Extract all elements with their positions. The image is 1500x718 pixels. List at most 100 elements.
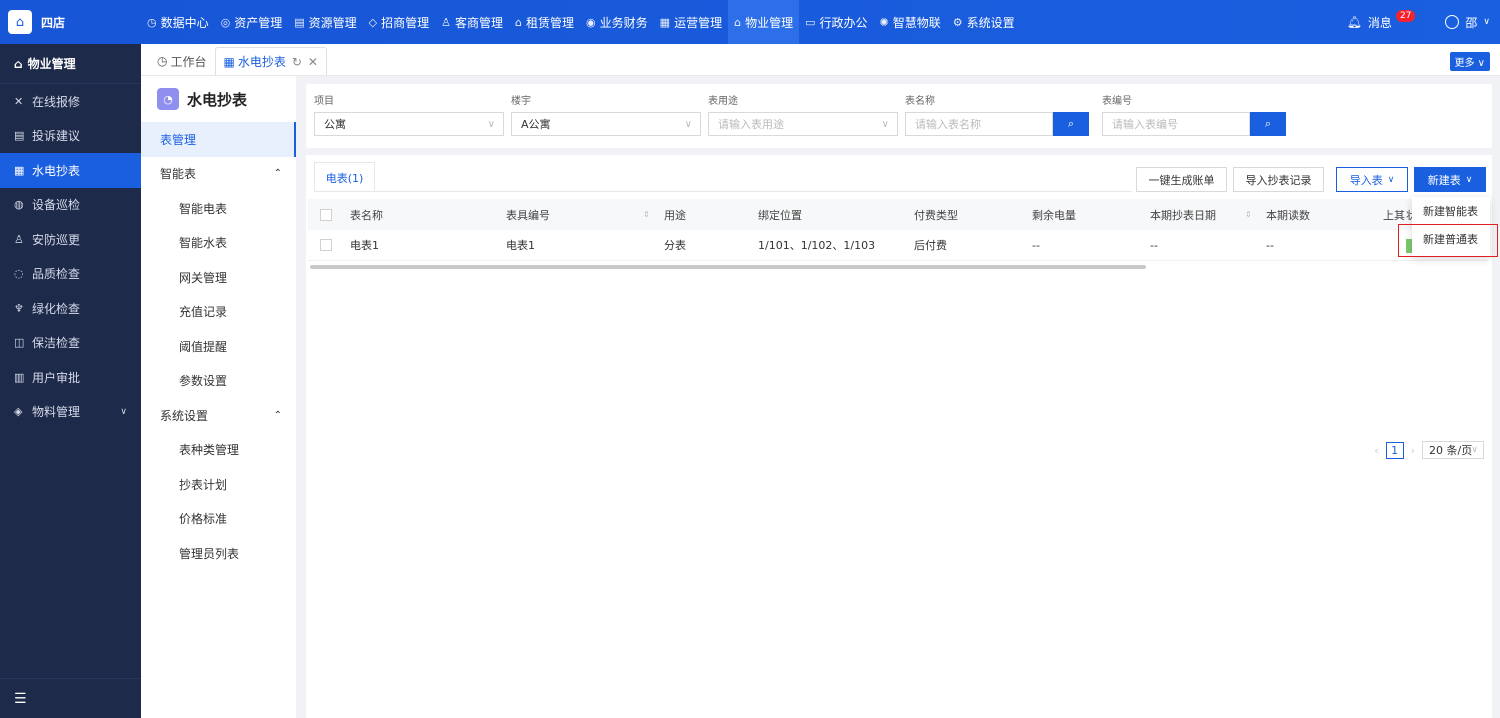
subnav-admin-list[interactable]: 管理员列表 <box>141 536 296 571</box>
import-meter-button[interactable]: 导入表 ∨ <box>1336 167 1408 192</box>
subnav-smart-meter-group[interactable]: 智能表 ⌃ <box>141 157 296 192</box>
top-right: 🔔︎ 消息 27 邵 ∨ <box>1347 0 1490 44</box>
import-records-button[interactable]: 导入抄表记录 <box>1233 167 1324 192</box>
col-location[interactable]: 绑定位置 <box>758 207 802 223</box>
new-meter-button[interactable]: 新建表 ∨ <box>1414 167 1486 192</box>
subnav-price-standard[interactable]: 价格标准 <box>141 502 296 537</box>
nav-merchant[interactable]: ♙ 客商管理 <box>435 0 509 44</box>
home-icon: ⌂ <box>734 15 742 29</box>
subnav-reading-plan[interactable]: 抄表计划 <box>141 467 296 502</box>
next-page-icon[interactable]: › <box>1411 444 1415 457</box>
filter-code: 表编号 请输入表编号 ⌕ <box>1102 92 1286 136</box>
plant-icon: ♆ <box>14 301 24 315</box>
chevron-down-icon: ∨ <box>684 118 692 130</box>
search-icon: ⌕ <box>1264 117 1272 130</box>
document-icon: ▤ <box>14 129 25 143</box>
sidebar-item-complaint[interactable]: ▤ 投诉建议 <box>0 119 141 154</box>
tab-workbench[interactable]: ◷ 工作台 <box>149 47 215 75</box>
tag-icon: ◇ <box>368 15 378 29</box>
col-code[interactable]: 表具编号 <box>506 207 550 223</box>
more-button[interactable]: 更多 ∨ <box>1449 52 1490 71</box>
new-smart-meter-item[interactable]: 新建智能表 <box>1412 197 1490 225</box>
sidebar-item-quality[interactable]: ◌ 品质检查 <box>0 257 141 292</box>
meter-code-input[interactable]: 请输入表编号 <box>1102 112 1250 136</box>
sidebar-header[interactable]: ⌂ 物业管理 <box>0 44 141 84</box>
col-usage[interactable]: 用途 <box>664 207 686 223</box>
sort-icon[interactable]: ⇕ <box>643 210 650 219</box>
sidebar-item-inspection[interactable]: ◍ 设备巡检 <box>0 188 141 223</box>
search-button[interactable]: ⌕ <box>1053 112 1089 136</box>
nav-asset[interactable]: ◎ 资产管理 <box>215 0 289 44</box>
subnav-meter-management[interactable]: 表管理 <box>141 122 296 157</box>
refresh-icon[interactable]: ↻ <box>292 55 302 69</box>
building-icon: ⌂ <box>8 10 32 34</box>
brand[interactable]: ⌂ 四店 <box>0 0 141 44</box>
generate-bill-button[interactable]: 一键生成账单 <box>1136 167 1227 192</box>
subnav-params[interactable]: 参数设置 <box>141 364 296 399</box>
user-name[interactable]: 邵 <box>1465 14 1477 31</box>
subnav-smart-water[interactable]: 智能水表 <box>141 226 296 261</box>
sidebar-item-greening[interactable]: ♆ 绿化检查 <box>0 291 141 326</box>
avatar[interactable] <box>1445 15 1460 29</box>
close-icon[interactable]: ✕ <box>308 55 318 69</box>
messages-link[interactable]: 消息 <box>1368 14 1392 31</box>
nav-finance[interactable]: ◉ 业务财务 <box>580 0 654 44</box>
subnav-smart-electric[interactable]: 智能电表 <box>141 191 296 226</box>
chevron-down-icon[interactable]: ∨ <box>1483 17 1490 27</box>
home-icon: ⌂ <box>14 56 23 71</box>
filter-bar: 项目 公寓 ∨ 楼宇 A公寓 ∨ 表用途 请输入表用途 ∨ 表名称 请输入表名称 ⌕ 表… <box>306 84 1492 148</box>
col-reading[interactable]: 本期读数 <box>1266 207 1310 223</box>
sidebar-item-repair[interactable]: ✕ 在线报修 <box>0 84 141 119</box>
chevron-down-icon: ∨ <box>1471 445 1478 455</box>
usage-select[interactable]: 请输入表用途 ∨ <box>708 112 898 136</box>
nav-iot[interactable]: ✺ 智慧物联 <box>874 0 947 44</box>
col-pay-type[interactable]: 付费类型 <box>914 207 958 223</box>
sidebar-item-meter-reading[interactable]: ▦ 水电抄表 <box>0 153 141 188</box>
sidebar-item-approval[interactable]: ▥ 用户审批 <box>0 360 141 395</box>
nav-investment[interactable]: ◇ 招商管理 <box>363 0 435 44</box>
nav-settings[interactable]: ⚙ 系统设置 <box>947 0 1021 44</box>
project-select[interactable]: 公寓 ∨ <box>314 112 504 136</box>
building-select[interactable]: A公寓 ∨ <box>511 112 701 136</box>
subnav-threshold[interactable]: 阈值提醒 <box>141 329 296 364</box>
nav-property[interactable]: ⌂ 物业管理 <box>728 0 800 44</box>
subnav-system-settings-group[interactable]: 系统设置 ⌃ <box>141 398 296 433</box>
col-last[interactable]: 上其 <box>1383 207 1405 223</box>
collapse-menu-icon[interactable]: ☰ <box>0 678 141 718</box>
subnav-gateway[interactable]: 网关管理 <box>141 260 296 295</box>
meter-name-input[interactable]: 请输入表名称 <box>905 112 1053 136</box>
sidebar-item-cleaning[interactable]: ◫ 保洁检查 <box>0 326 141 361</box>
brand-name: 四店 <box>41 15 66 30</box>
cell-reading: -- <box>1266 238 1274 252</box>
table-row[interactable]: 电表1 电表1 分表 1/101、1/102、1/103 后付费 -- -- -… <box>308 230 1488 261</box>
filter-name: 表名称 请输入表名称 ⌕ <box>905 92 1089 136</box>
col-date[interactable]: 本期抄表日期 <box>1150 207 1216 223</box>
nav-resource[interactable]: ▤ 资源管理 <box>288 0 362 44</box>
sidebar-item-patrol[interactable]: ♙ 安防巡更 <box>0 222 141 257</box>
filter-building: 楼宇 A公寓 ∨ <box>511 92 701 136</box>
bell-icon[interactable]: 🔔︎ <box>1347 15 1362 29</box>
cell-pay-type: 后付费 <box>914 239 947 252</box>
sidebar-item-materials[interactable]: ◈ 物料管理 ∨ <box>0 395 141 430</box>
tab-meter-reading[interactable]: ▦ 水电抄表 ↻ ✕ <box>214 47 327 75</box>
subnav-recharge[interactable]: 充值记录 <box>141 295 296 330</box>
horizontal-scrollbar[interactable] <box>310 265 1146 269</box>
pagination: ‹ 1 › 20 条/页 ∨ <box>1374 441 1484 459</box>
nav-operation[interactable]: ▦ 运营管理 <box>654 0 728 44</box>
nav-admin[interactable]: ▭ 行政办公 <box>799 0 873 44</box>
select-all-checkbox[interactable] <box>320 208 332 221</box>
col-name[interactable]: 表名称 <box>350 207 383 223</box>
search-button[interactable]: ⌕ <box>1250 112 1286 136</box>
subnav-meter-types[interactable]: 表种类管理 <box>141 433 296 468</box>
col-remain[interactable]: 剩余电量 <box>1032 207 1076 223</box>
sort-icon[interactable]: ⇕ <box>1245 210 1252 219</box>
page-number[interactable]: 1 <box>1385 441 1404 459</box>
tab-divider <box>314 191 1132 192</box>
page-size-select[interactable]: 20 条/页 ∨ <box>1422 441 1484 459</box>
table-header: 表名称 表具编号 ⇕ 用途 绑定位置 付费类型 剩余电量 本期抄表日期 ⇕ 本期… <box>308 199 1488 230</box>
tab-electric-meter[interactable]: 电表(1) <box>314 162 375 192</box>
nav-data-center[interactable]: ◷ 数据中心 <box>141 0 215 44</box>
row-checkbox[interactable] <box>320 239 332 251</box>
prev-page-icon[interactable]: ‹ <box>1374 444 1378 457</box>
nav-lease[interactable]: ⌂ 租赁管理 <box>509 0 580 44</box>
